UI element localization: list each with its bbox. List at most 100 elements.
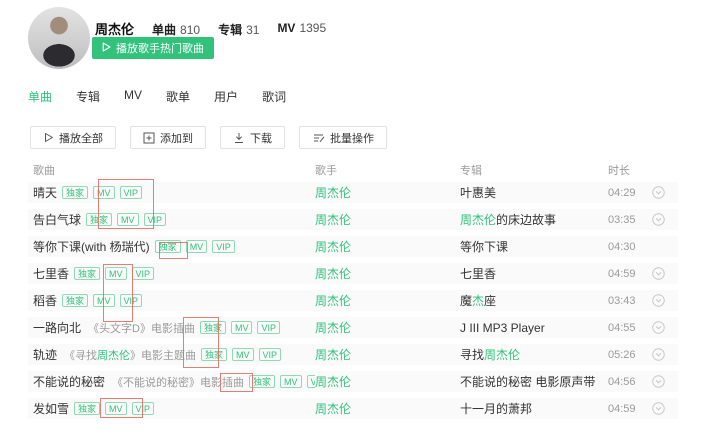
song-cell: 等你下课(with 杨瑞代) 独家 MV VIP [33,238,315,255]
song-cell: 不能说的秘密《不能说的秘密》电影插曲独家 MV VIP [33,373,315,390]
song-duration: 05:26 [608,348,636,361]
tab-单曲[interactable]: 单曲 [28,88,52,105]
song-title[interactable]: 不能说的秘密 [33,373,105,390]
play-icon [43,132,54,143]
artist-link[interactable]: 周杰伦 [315,184,460,201]
artist-link[interactable]: 周杰伦 [315,265,460,282]
album-link[interactable]: 魔杰座 [460,292,608,309]
album-segment: 七里香 [460,267,497,281]
artist-link[interactable]: 周杰伦 [315,292,460,309]
play-hot-songs-label: 播放歌手热门歌曲 [116,43,204,55]
song-title[interactable]: 告白气球 [33,211,81,228]
subtitle-segment: 《不能说的秘密》电影插曲 [112,376,245,389]
chevron-down-circle-icon[interactable] [652,267,665,280]
badge-vip: VIP [258,348,282,361]
album-link[interactable]: 寻找周杰伦 [460,346,608,363]
toolbar-button-下载[interactable]: 下载 [220,126,285,149]
album-segment: 不能说的秘密 电影原声带 [460,375,596,389]
chevron-down-circle-icon[interactable] [652,321,665,334]
badge-独家: 独家 [74,267,101,280]
badge-独家: 独家 [62,186,89,199]
table-row: 发如雪 独家 MV VIP 周杰伦 十一月的萧邦 04:59 [28,398,678,419]
badge-vip: VIP [131,402,155,415]
artist-profile-header: 周杰伦 单曲 810 专辑 31 MV 1395 [95,19,326,38]
stat-label: 专辑 [218,23,243,37]
stat-value: 810 [180,23,201,37]
song-subtitle: 《头文字D》电影插曲 [88,320,195,336]
album-link[interactable]: 不能说的秘密 电影原声带 [460,373,608,390]
album-segment: 的床边故事 [496,213,557,227]
artist-link[interactable]: 周杰伦 [315,346,460,363]
badge-mv: MV [280,375,302,388]
tab-MV[interactable]: MV [124,88,142,105]
song-duration: 03:35 [608,213,636,226]
row-actions [652,402,678,415]
badge-vip: VIP [306,375,315,388]
download-icon [233,132,245,144]
toolbar-button-label: 添加到 [160,132,193,145]
play-hot-songs-button[interactable]: 播放歌手热门歌曲 [92,37,214,59]
tab-用户[interactable]: 用户 [214,88,238,105]
chevron-down-circle-icon[interactable] [652,186,665,199]
artist-link[interactable]: 周杰伦 [315,238,460,255]
toolbar-button-批量操作[interactable]: 批量操作 [299,126,387,149]
song-duration: 04:29 [608,186,636,199]
badge-独家: 独家 [154,240,181,253]
album-link[interactable]: 周杰伦的床边故事 [460,211,608,228]
tab-专辑[interactable]: 专辑 [76,88,100,105]
badge-mv: MV [105,267,127,280]
artist-avatar[interactable] [28,7,90,69]
album-segment: 十一月的萧邦 [460,402,533,416]
artist-stats: 单曲 810 专辑 31 MV 1395 [152,21,326,38]
song-duration: 04:30 [608,240,636,253]
song-table: 歌曲 歌手 专辑 时长 晴天 独家 MV VIP 周杰伦 叶惠美 04:29 告白气球 独家 MV… [0,158,705,425]
album-segment: J III MP3 Player [460,320,545,335]
chevron-down-circle-icon[interactable] [652,213,665,226]
chevron-down-circle-icon[interactable] [652,375,665,388]
chevron-down-circle-icon[interactable] [652,348,665,361]
artist-link[interactable]: 周杰伦 [315,319,460,336]
song-table-header: 歌曲 歌手 专辑 时长 [28,158,678,182]
album-link[interactable]: J III MP3 Player [460,321,608,335]
badge-vip: VIP [212,240,235,253]
play-icon [102,41,111,55]
chevron-down-circle-icon[interactable] [652,402,665,415]
song-title[interactable]: 轨迹 [33,346,57,363]
artist-link[interactable]: 周杰伦 [315,373,460,390]
album-link[interactable]: 等你下课 [460,238,608,255]
song-duration: 03:43 [608,294,636,307]
column-header-artist: 歌手 [315,165,337,177]
song-title[interactable]: 发如雪 [33,400,69,417]
badge-vip: VIP [119,186,143,199]
artist-link[interactable]: 周杰伦 [315,400,460,417]
song-title[interactable]: 七里香 [33,265,69,282]
song-cell: 告白气球 独家 MV VIP [33,211,315,228]
table-row: 等你下课(with 杨瑞代) 独家 MV VIP 周杰伦 等你下课 04:30 [28,236,678,257]
toolbar-button-播放全部[interactable]: 播放全部 [30,126,116,149]
artist-stat: 单曲 810 [152,21,200,38]
album-segment: 周杰伦 [460,213,497,227]
tab-歌词[interactable]: 歌词 [262,88,286,105]
song-title[interactable]: 一路向北 [33,319,81,336]
song-title[interactable]: 晴天 [33,184,57,201]
album-segment: 等你下课 [460,240,509,254]
album-link[interactable]: 十一月的萧邦 [460,400,608,417]
subtitle-segment: 》电影主题曲 [130,349,197,362]
artist-stat: MV 1395 [277,21,326,38]
song-title[interactable]: 稻香 [33,292,57,309]
column-header-album: 专辑 [460,165,482,177]
toolbar-button-添加到[interactable]: 添加到 [130,126,206,149]
album-link[interactable]: 七里香 [460,265,608,282]
table-row: 告白气球 独家 MV VIP 周杰伦 周杰伦的床边故事 03:35 [28,209,678,230]
artist-link[interactable]: 周杰伦 [315,211,460,228]
toolbar-button-label: 播放全部 [59,132,103,145]
album-link[interactable]: 叶惠美 [460,184,608,201]
tab-歌单[interactable]: 歌单 [166,88,190,105]
badge-mv: MV [105,402,127,415]
badge-mv: MV [93,294,115,307]
search-results-page: 周杰伦 单曲 810 专辑 31 MV 1395 播放歌手热门歌曲 单曲 专辑 MV 歌单 用户歌… [0,0,705,448]
album-segment: 座 [484,294,497,308]
chevron-down-circle-icon[interactable] [652,294,665,307]
row-actions [652,186,678,199]
song-title[interactable]: 等你下课(with 杨瑞代) [33,238,150,255]
